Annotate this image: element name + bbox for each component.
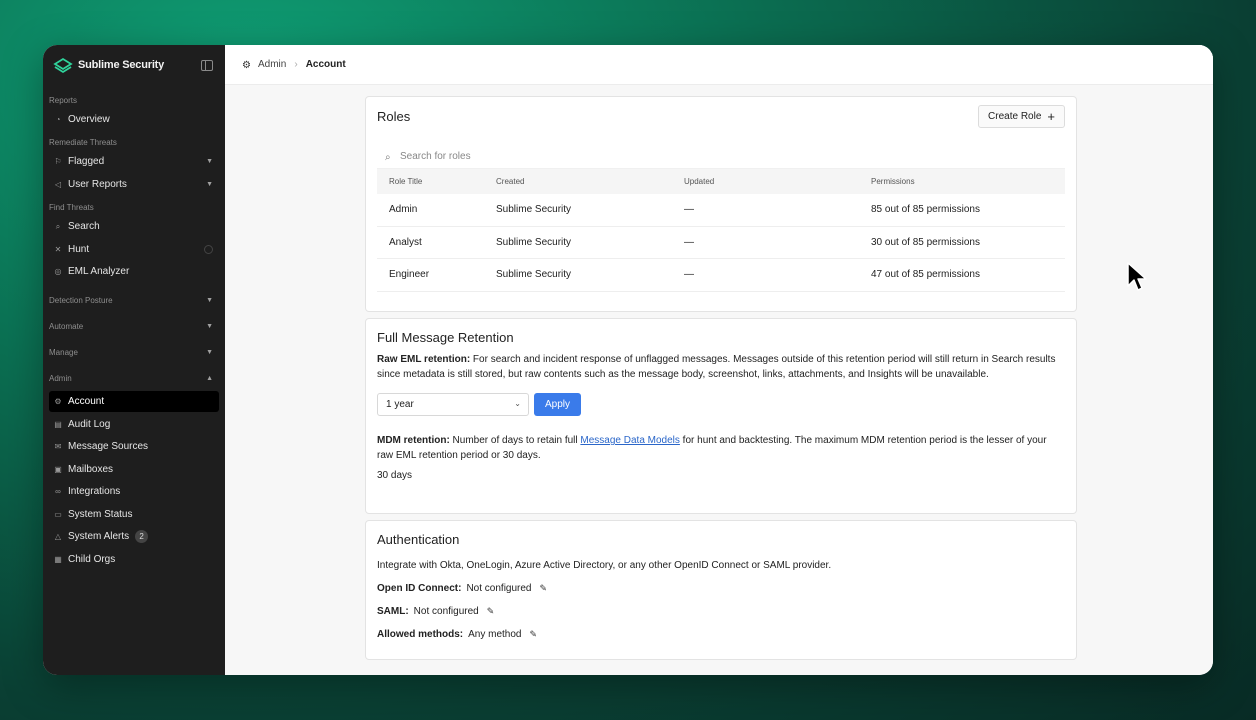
sidebar-item-system-alerts[interactable]: △ System Alerts 2: [49, 526, 219, 547]
status-icon: ▭: [54, 509, 62, 519]
retention-controls: 1 year ⌄ Apply: [377, 393, 1065, 416]
table-row[interactable]: Analyst Sublime Security — 30 out of 85 …: [377, 227, 1065, 259]
edit-oidc-pencil-icon[interactable]: ✎: [540, 583, 548, 594]
chevron-down-icon: ▼: [206, 296, 213, 304]
saml-row: SAML: Not configured ✎: [377, 606, 495, 617]
roles-table-header: Role Title Created Updated Permissions: [377, 169, 1065, 194]
section-remediate: Remediate Threats: [49, 138, 117, 147]
breadcrumb: ⚙ Admin › Account: [225, 45, 1213, 85]
col-permissions: Permissions: [871, 177, 915, 186]
chevron-down-icon: ▼: [206, 348, 213, 356]
col-updated: Updated: [684, 177, 715, 186]
apply-button[interactable]: Apply: [534, 393, 581, 416]
sidebar-item-hunt[interactable]: ✕ Hunt: [49, 239, 219, 260]
section-posture[interactable]: Detection Posture ▼: [49, 293, 219, 307]
brand[interactable]: Sublime Security: [49, 45, 219, 85]
sidebar-item-flagged[interactable]: ⚐ Flagged ▼: [49, 151, 219, 172]
breadcrumb-account: Account: [305, 59, 346, 70]
table-row[interactable]: Engineer Sublime Security — 47 out of 85…: [377, 259, 1065, 292]
crosshair-icon: ✕: [54, 244, 62, 254]
sublime-logo-icon: [53, 57, 73, 74]
app-window: Sublime Security Reports ◔ Overview Reme…: [43, 45, 1213, 675]
mdm-value: 30 days: [377, 470, 413, 481]
raw-eml-description: Raw EML retention: For search and incide…: [377, 354, 1056, 380]
megaphone-icon: ◁: [54, 179, 62, 189]
org-icon: ▦: [54, 554, 62, 564]
sidebar-item-child-orgs[interactable]: ▦ Child Orgs: [49, 549, 219, 570]
log-icon: ▤: [54, 419, 62, 429]
sidebar: Sublime Security Reports ◔ Overview Reme…: [43, 45, 225, 675]
sidebar-item-eml-analyzer[interactable]: ◎ EML Analyzer: [49, 261, 219, 282]
sidebar-item-integrations[interactable]: ∞ Integrations: [49, 481, 219, 502]
alerts-count-badge: 2: [135, 530, 149, 543]
search-icon: ⌕: [55, 221, 61, 231]
chevron-down-icon: ▼: [206, 180, 213, 188]
oidc-row: Open ID Connect: Not configured ✎: [377, 583, 548, 594]
create-role-button[interactable]: Create Role +: [978, 105, 1065, 128]
chevron-down-icon: ▼: [206, 158, 213, 165]
roles-search-input[interactable]: ⌕ Search for roles: [377, 145, 1065, 169]
sidebar-item-mailboxes[interactable]: ▣ Mailboxes: [49, 459, 219, 480]
chevron-up-icon: ▲: [206, 374, 213, 382]
brand-name: Sublime Security: [78, 59, 165, 71]
status-dot-icon: [204, 244, 213, 254]
breadcrumb-admin[interactable]: Admin: [258, 59, 286, 70]
sidebar-item-audit-log[interactable]: ▤ Audit Log: [49, 414, 219, 435]
section-reports: Reports: [49, 95, 78, 105]
edit-saml-pencil-icon[interactable]: ✎: [487, 606, 495, 617]
link-icon: ∞: [55, 487, 61, 496]
auth-title: Authentication: [377, 532, 460, 547]
message-data-models-link[interactable]: Message Data Models: [580, 435, 680, 446]
sidebar-item-message-sources[interactable]: ✉ Message Sources: [49, 436, 219, 457]
table-row[interactable]: Admin Sublime Security — 85 out of 85 pe…: [377, 194, 1065, 227]
flag-icon: ⚐: [54, 157, 62, 166]
sidebar-item-user-reports[interactable]: ◁ User Reports ▼: [49, 174, 219, 195]
sidebar-item-account[interactable]: ⚙ Account: [49, 391, 219, 412]
gauge-icon: ◔: [55, 114, 61, 124]
retention-card: Full Message Retention Raw EML retention…: [365, 318, 1077, 514]
col-created: Created: [496, 177, 525, 186]
retention-title: Full Message Retention: [377, 330, 514, 345]
mailbox-icon: ▣: [54, 464, 62, 474]
main-area: ⚙ Admin › Account Roles Create Role + ⌕ …: [225, 45, 1213, 675]
section-admin[interactable]: Admin ▲: [49, 371, 219, 385]
plus-icon: +: [1047, 109, 1055, 124]
alert-triangle-icon: △: [54, 532, 62, 541]
analyzer-icon: ◎: [54, 267, 62, 276]
auth-intro: Integrate with Okta, OneLogin, Azure Act…: [377, 560, 832, 571]
roles-title: Roles: [377, 109, 411, 124]
sidebar-item-search[interactable]: ⌕ Search: [49, 216, 219, 237]
gear-icon: ⚙: [54, 397, 62, 406]
allowed-methods-row: Allowed methods: Any method ✎: [377, 629, 538, 640]
chevron-right-icon: ›: [294, 59, 298, 70]
edit-methods-pencil-icon[interactable]: ✎: [530, 629, 538, 640]
mouse-cursor-icon: [1127, 262, 1147, 291]
chevron-down-icon: ⌄: [514, 399, 521, 408]
search-icon: ⌕: [385, 151, 391, 163]
content: Roles Create Role + ⌕ Search for roles R…: [365, 96, 1077, 666]
retention-period-select[interactable]: 1 year ⌄: [377, 393, 529, 416]
col-role-title: Role Title: [389, 177, 423, 186]
sidebar-item-overview[interactable]: ◔ Overview: [49, 109, 219, 130]
chevron-down-icon: ▼: [206, 322, 213, 330]
authentication-card: Authentication Integrate with Okta, OneL…: [365, 520, 1077, 660]
envelope-icon: ✉: [54, 442, 62, 451]
section-automate[interactable]: Automate ▼: [49, 319, 219, 333]
gear-icon: ⚙: [242, 59, 251, 71]
sidebar-item-system-status[interactable]: ▭ System Status: [49, 504, 219, 525]
sidebar-toggle-icon[interactable]: [201, 60, 213, 71]
roles-card: Roles Create Role + ⌕ Search for roles R…: [365, 96, 1077, 312]
section-find: Find Threats: [49, 203, 94, 212]
section-manage[interactable]: Manage ▼: [49, 345, 219, 359]
mdm-description: MDM retention: Number of days to retain …: [377, 435, 1047, 461]
